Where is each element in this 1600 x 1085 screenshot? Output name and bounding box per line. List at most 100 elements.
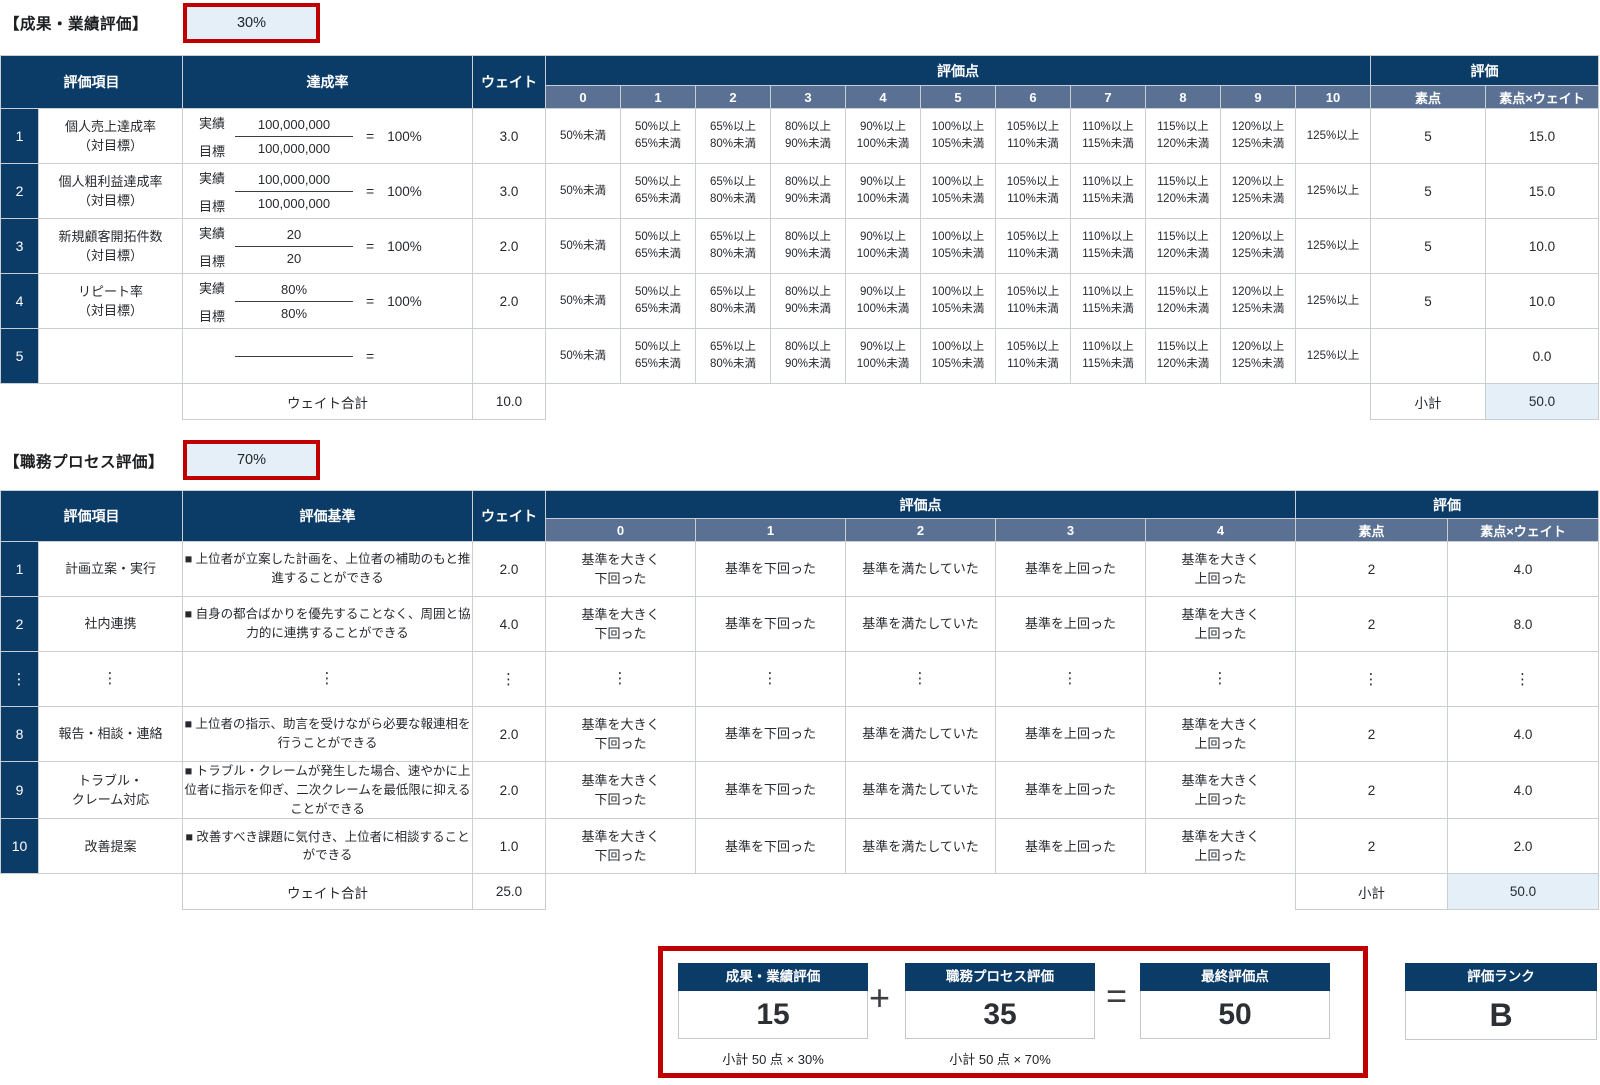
col-header-raw-score: 素点 (1296, 519, 1448, 542)
target-value: 80% (235, 302, 353, 321)
evaluation-item: 計画立案・実行 (39, 542, 183, 597)
scale-cell: 50%未満 (546, 164, 621, 219)
table-row: 3新規顧客開拓件数 （対目標）実績目標2020=100%2.050%未満50%以… (1, 219, 1599, 274)
scale-cell: 100%以上 105%未満 (921, 274, 996, 329)
target-label: 目標 (199, 306, 235, 325)
scale-cell: 65%以上 80%未満 (696, 164, 771, 219)
scale-cell: 基準を下回った (696, 597, 846, 652)
weighted-score: 2.0 (1448, 819, 1599, 874)
actual-label: 実績 (199, 168, 235, 187)
scale-cell: ⋮ (1146, 652, 1296, 707)
rate-value: 100% (387, 184, 422, 199)
actual-value: 100,000,000 (235, 117, 353, 137)
process-weight-input[interactable]: 70% (183, 440, 320, 480)
scale-cell: 120%以上 125%未満 (1221, 164, 1296, 219)
scale-cell: 基準を上回った (996, 597, 1146, 652)
weight-value: 2.0 (473, 274, 546, 329)
scale-cell: 基準を下回った (696, 819, 846, 874)
scale-cell: 基準を大きく 上回った (1146, 542, 1296, 597)
point-col-2: 2 (846, 519, 996, 542)
row-number: 1 (1, 109, 39, 164)
fraction: 実績目標2020=100% (199, 223, 472, 270)
scale-cell: 110%以上 115%未満 (1071, 164, 1146, 219)
section2-title: 【職務プロセス評価】 (4, 450, 164, 472)
process-score-value: 35 (905, 991, 1095, 1039)
equals-sign: = (366, 128, 374, 144)
weight-value (473, 329, 546, 384)
scale-cell: 80%以上 90%未満 (771, 274, 846, 329)
point-col-4: 4 (1146, 519, 1296, 542)
table-row: 4リピート率 （対目標）実績目標80%80%=100%2.050%未満50%以上… (1, 274, 1599, 329)
fraction-values: 100,000,000100,000,000 (235, 117, 353, 156)
point-col-0: 0 (546, 86, 621, 109)
weighted-score: 15.0 (1486, 109, 1599, 164)
achievement-rate-cell: = (183, 329, 473, 384)
scale-cell: 50%以上 65%未満 (621, 274, 696, 329)
rank-value: B (1405, 991, 1597, 1040)
equals-sign: = (366, 293, 374, 309)
scale-cell: 50%以上 65%未満 (621, 109, 696, 164)
scale-cell: 50%未満 (546, 219, 621, 274)
scale-cell: 基準を大きく 下回った (546, 819, 696, 874)
raw-score: 5 (1371, 109, 1486, 164)
results-weight-input[interactable]: 30% (183, 3, 320, 43)
point-col-1: 1 (621, 86, 696, 109)
evaluation-item: 新規顧客開拓件数 （対目標） (39, 219, 183, 274)
col-header-raw-x-weight: 素点×ウェイト (1448, 519, 1599, 542)
col-header-item: 評価項目 (1, 56, 183, 109)
col-header-item: 評価項目 (1, 491, 183, 542)
evaluation-item: 改善提案 (39, 819, 183, 874)
scale-cell: 基準を満たしていた (846, 707, 996, 762)
evaluation-item: 個人粗利益達成率 （対目標） (39, 164, 183, 219)
scale-cell: 基準を大きく 上回った (1146, 819, 1296, 874)
process-evaluation-table: 評価項目 評価基準 ウェイト 評価点 評価 0 1 2 3 4 素点 素点×ウェ… (0, 490, 1599, 910)
point-col-7: 7 (1071, 86, 1146, 109)
rate-value: 100% (387, 129, 422, 144)
scale-cell: 105%以上 110%未満 (996, 329, 1071, 384)
point-col-2: 2 (696, 86, 771, 109)
evaluation-criteria: ■ 上位者が立案した計画を、上位者の補助のもと推進することができる (183, 542, 473, 597)
table-header-row: 評価項目 達成率 ウェイト 評価点 評価 (1, 56, 1599, 86)
weight-value: 3.0 (473, 164, 546, 219)
scale-cell: ⋮ (846, 652, 996, 707)
evaluation-item: 個人売上達成率 （対目標） (39, 109, 183, 164)
equals-sign: = (366, 238, 374, 254)
weight-total-row: ウェイト合計 10.0 小計 50.0 (1, 384, 1599, 420)
weight-value: 1.0 (473, 819, 546, 874)
raw-score (1371, 329, 1486, 384)
scale-cell: 80%以上 90%未満 (771, 219, 846, 274)
scale-cell: 基準を大きく 上回った (1146, 597, 1296, 652)
weighted-score: ⋮ (1448, 652, 1599, 707)
subtotal-label: 小計 (1296, 874, 1448, 910)
weighted-score: 10.0 (1486, 274, 1599, 329)
scale-cell: 基準を大きく 上回った (1146, 762, 1296, 819)
weight-value: 2.0 (473, 542, 546, 597)
col-header-points: 評価点 (546, 56, 1371, 86)
row-number: 2 (1, 164, 39, 219)
target-value (235, 357, 353, 376)
weighted-score: 15.0 (1486, 164, 1599, 219)
row-number: 8 (1, 707, 39, 762)
fraction: = (199, 337, 472, 376)
scale-cell: 90%以上 100%未満 (846, 109, 921, 164)
achievement-rate-cell: 実績目標100,000,000100,000,000=100% (183, 109, 473, 164)
scale-cell: 115%以上 120%未満 (1146, 164, 1221, 219)
raw-score: 5 (1371, 164, 1486, 219)
table-row: 2個人粗利益達成率 （対目標） 実績目標100,000,000100,000,00… (1, 164, 1599, 219)
point-col-8: 8 (1146, 86, 1221, 109)
table-row: 5=50%未満50%以上 65%未満65%以上 80%未満80%以上 90%未満… (1, 329, 1599, 384)
scale-cell: 125%以上 (1296, 109, 1371, 164)
achievement-rate-cell: 実績目標2020=100% (183, 219, 473, 274)
scale-cell: 100%以上 105%未満 (921, 164, 996, 219)
actual-value (235, 337, 353, 357)
raw-score: 2 (1296, 597, 1448, 652)
raw-score: 5 (1371, 219, 1486, 274)
actual-value: 20 (235, 227, 353, 247)
scale-cell: 110%以上 115%未満 (1071, 274, 1146, 329)
actual-value: 80% (235, 282, 353, 302)
fraction: 実績目標100,000,000100,000,000=100% (199, 168, 472, 215)
table-header-row: 評価項目 評価基準 ウェイト 評価点 評価 (1, 491, 1599, 519)
row-number: 4 (1, 274, 39, 329)
scale-cell: 50%未満 (546, 274, 621, 329)
row-number: 3 (1, 219, 39, 274)
